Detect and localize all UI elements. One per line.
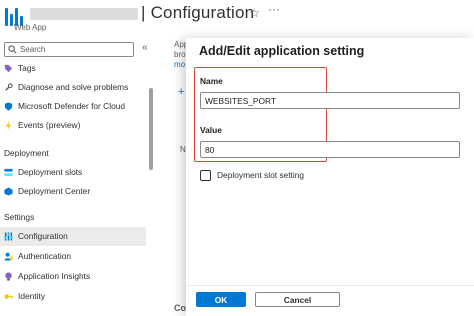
name-label: Name xyxy=(200,76,223,86)
cancel-button[interactable]: Cancel xyxy=(255,292,340,307)
bg-column-header: N xyxy=(180,145,186,154)
section-header-deployment: Deployment xyxy=(4,148,49,158)
collapse-sidebar-button[interactable]: « xyxy=(142,42,148,53)
search-icon xyxy=(8,45,17,54)
bg-section-title: Co xyxy=(174,303,186,313)
dialog-title: Add/Edit application setting xyxy=(199,44,365,58)
sidebar-scrollbar[interactable] xyxy=(149,88,153,170)
redacted-app-name xyxy=(30,8,138,20)
sidebar-item-app-insights[interactable]: Application Insights xyxy=(0,267,146,286)
more-options-icon[interactable]: ··· xyxy=(268,2,280,16)
sidebar: Search « Tags Diagnose and solve problem… xyxy=(0,38,163,316)
page-header: | Configuration ☆ ··· Web App xyxy=(0,0,474,38)
sidebar-item-configuration[interactable]: Configuration xyxy=(0,227,146,246)
search-input[interactable]: Search xyxy=(4,42,134,57)
lightning-icon xyxy=(5,121,12,130)
ok-button[interactable]: OK xyxy=(196,292,246,307)
key-icon xyxy=(4,294,13,299)
cube-icon xyxy=(4,187,13,196)
shield-icon xyxy=(4,102,13,111)
sliders-icon xyxy=(4,232,13,241)
favorite-star-icon[interactable]: ☆ xyxy=(249,6,260,20)
lightbulb-icon xyxy=(5,272,12,281)
sidebar-item-authentication[interactable]: Authentication xyxy=(0,247,146,266)
deployment-slot-checkbox[interactable] xyxy=(200,170,211,181)
name-field[interactable] xyxy=(200,92,460,109)
tag-icon xyxy=(4,64,13,73)
bg-link-fragment[interactable]: mo xyxy=(174,60,185,69)
slots-icon xyxy=(4,168,13,177)
page-title: | Configuration xyxy=(141,3,255,22)
wrench-icon xyxy=(5,83,13,91)
sidebar-item-tags[interactable]: Tags xyxy=(0,59,146,78)
sidebar-item-diagnose[interactable]: Diagnose and solve problems xyxy=(0,78,146,97)
section-header-settings: Settings xyxy=(4,212,35,222)
sidebar-item-defender[interactable]: Microsoft Defender for Cloud xyxy=(0,97,146,116)
bg-text-fragment: bro xyxy=(174,50,186,59)
footer-divider xyxy=(186,285,474,286)
resource-type-label: Web App xyxy=(14,23,47,32)
sidebar-item-identity[interactable]: Identity xyxy=(0,287,146,306)
add-edit-setting-dialog: Add/Edit application setting Name Value … xyxy=(186,38,474,316)
bg-add-icon[interactable]: + xyxy=(178,86,184,98)
value-field[interactable] xyxy=(200,141,460,158)
person-key-icon xyxy=(4,252,13,261)
value-label: Value xyxy=(200,125,222,135)
sidebar-item-deployment-slots[interactable]: Deployment slots xyxy=(0,163,146,182)
sidebar-item-events[interactable]: Events (preview) xyxy=(0,116,146,135)
deployment-slot-label: Deployment slot setting xyxy=(217,170,305,180)
sidebar-item-deployment-center[interactable]: Deployment Center xyxy=(0,182,146,201)
